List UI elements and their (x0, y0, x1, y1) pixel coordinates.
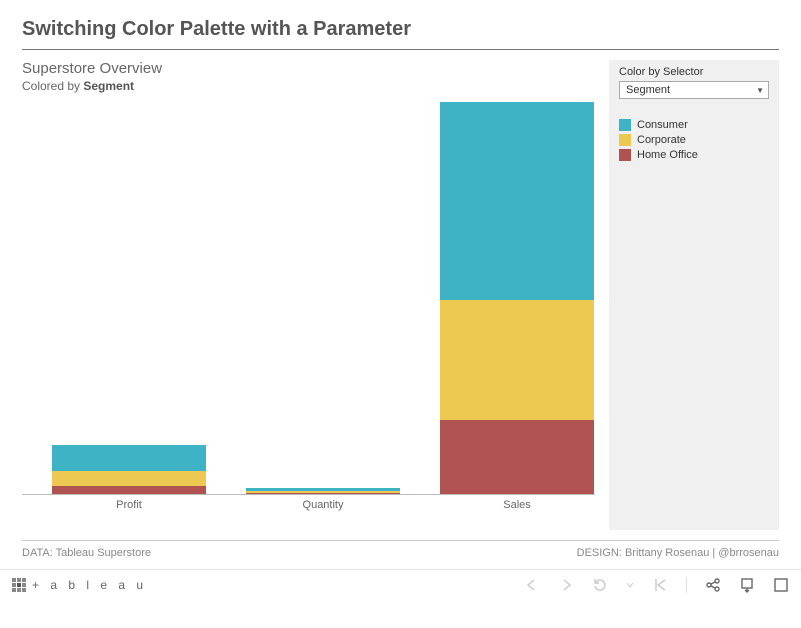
chevron-down-icon: ▼ (756, 86, 764, 95)
footer-rule (22, 540, 779, 541)
chart-area: Superstore Overview Colored by Segment P… (22, 60, 595, 530)
color-by-selector[interactable]: Segment ▼ (619, 81, 769, 99)
x-axis-label: Profit (52, 499, 206, 511)
bar-segment[interactable] (246, 493, 400, 494)
legend-swatch (619, 149, 631, 161)
bar-segment[interactable] (440, 300, 594, 420)
chart-subtitle: Colored by Segment (22, 79, 595, 93)
stacked-bar-plot (22, 101, 595, 495)
replay-dropdown-icon (626, 577, 634, 593)
replay-icon (592, 577, 608, 593)
legend-swatch (619, 119, 631, 131)
bar-segment[interactable] (52, 445, 206, 471)
bar-segment[interactable] (52, 486, 206, 494)
legend-item[interactable]: Consumer (619, 119, 769, 131)
tableau-toolbar: + a b l e a u (0, 569, 801, 599)
legend: Consumer Corporate Home Office (619, 119, 769, 161)
x-axis-label: Quantity (246, 499, 400, 511)
chart-title: Superstore Overview (22, 60, 595, 77)
legend-label: Home Office (637, 149, 698, 161)
dashboard-title: Switching Color Palette with a Parameter (22, 18, 779, 49)
legend-swatch (619, 134, 631, 146)
revert-icon (652, 577, 668, 593)
body: Superstore Overview Colored by Segment P… (22, 60, 779, 530)
download-icon[interactable] (739, 577, 755, 593)
bar-segment[interactable] (440, 102, 594, 301)
legend-label: Consumer (637, 119, 688, 131)
bar-group[interactable] (52, 445, 206, 494)
x-axis-label: Sales (440, 499, 594, 511)
toolbar-separator (686, 577, 687, 593)
redo-icon (558, 577, 574, 593)
fullscreen-icon[interactable] (773, 577, 789, 593)
tableau-mark-icon (12, 578, 26, 592)
undo-icon (524, 577, 540, 593)
footer-meta: DATA: Tableau Superstore DESIGN: Brittan… (0, 547, 801, 569)
bar-group[interactable] (246, 488, 400, 494)
bar-segment[interactable] (52, 471, 206, 486)
title-rule (22, 49, 779, 50)
dashboard: Switching Color Palette with a Parameter… (0, 0, 801, 530)
legend-label: Corporate (637, 134, 686, 146)
tableau-logo[interactable]: + a b l e a u (12, 578, 147, 592)
selector-value: Segment (626, 84, 670, 96)
subtitle-prefix: Colored by (22, 79, 83, 93)
bar-group[interactable] (440, 102, 594, 494)
toolbar-icons (524, 577, 789, 593)
design-credit: DESIGN: Brittany Rosenau | @brrosenau (577, 547, 779, 559)
data-source-label: DATA: Tableau Superstore (22, 547, 151, 559)
subtitle-value: Segment (83, 79, 134, 93)
tableau-logo-text: + a b l e a u (32, 578, 147, 592)
bar-segment[interactable] (440, 420, 594, 494)
x-axis-labels: Profit Quantity Sales (22, 495, 595, 519)
legend-item[interactable]: Corporate (619, 134, 769, 146)
side-panel: Color by Selector Segment ▼ Consumer Corp… (609, 60, 779, 530)
parameter-label: Color by Selector (619, 66, 769, 78)
legend-item[interactable]: Home Office (619, 149, 769, 161)
share-icon[interactable] (705, 577, 721, 593)
